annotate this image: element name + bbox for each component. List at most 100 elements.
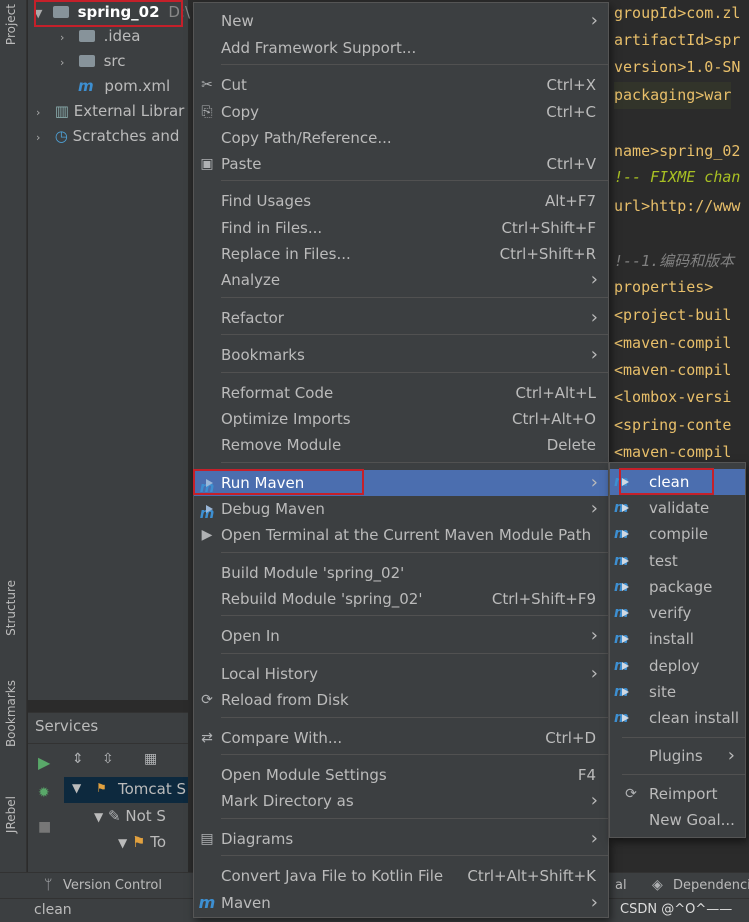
menu-item-convert-java-file-to-kotlin-file[interactable]: Convert Java File to Kotlin File Ctrl+Alt… (194, 863, 608, 889)
menu-item-diagrams[interactable]: ▤ Diagrams › (194, 826, 608, 852)
library-icon: ▥ (54, 102, 74, 120)
chevron-down-icon[interactable]: ▼ (118, 836, 127, 850)
menu-item-shortcut: Ctrl+X (546, 76, 596, 94)
chevron-right-icon[interactable]: › (36, 101, 50, 125)
menu-item-bookmarks[interactable]: Bookmarks › (194, 342, 608, 368)
menu-item-shortcut: Ctrl+Shift+R (499, 245, 596, 263)
maven-goal-site[interactable]: m site (610, 679, 745, 705)
maven-goal-icon: m (614, 579, 629, 595)
group-icon[interactable]: ▦ (144, 751, 157, 767)
tree-item-src[interactable]: › src (60, 49, 125, 73)
maven-goal-package[interactable]: m package (610, 574, 745, 600)
tab-partial[interactable]: al (615, 878, 627, 893)
chevron-down-icon[interactable]: ▼ (72, 781, 81, 795)
menu-item-label: Copy (221, 103, 260, 121)
menu-item-new[interactable]: New › (194, 8, 608, 34)
tab-jrebel[interactable]: JRebel (4, 796, 18, 833)
tree-item-label: src (103, 52, 126, 70)
tab-bookmarks[interactable]: Bookmarks (4, 680, 18, 747)
menu-item-maven[interactable]: m Maven › (194, 890, 608, 916)
service-item-not-started[interactable]: ▼ ✎ Not S (94, 807, 166, 825)
menu-item-label: Debug Maven (221, 500, 325, 518)
service-label: To (150, 833, 167, 851)
menu-item-open-terminal-at-the-current-maven-module-path[interactable]: ▶ Open Terminal at the Current Maven Modu… (194, 522, 608, 548)
menu-item-label: Diagrams (221, 830, 294, 848)
maven-goal-deploy[interactable]: m deploy (610, 653, 745, 679)
tab-structure[interactable]: Structure (4, 580, 18, 636)
menu-item-debug-maven[interactable]: m Debug Maven › (194, 496, 608, 522)
menu-item-refactor[interactable]: Refactor › (194, 305, 608, 331)
menu-item-build-module-spring-02[interactable]: Build Module 'spring_02' (194, 560, 608, 586)
menu-item-remove-module[interactable]: Remove Module Delete (194, 432, 608, 458)
menu-item-compare-with[interactable]: ⇄ Compare With... Ctrl+D (194, 725, 608, 751)
service-item-tomcat-child[interactable]: ▼ ⚑ To (118, 833, 166, 851)
menu-separator (221, 754, 608, 755)
menu-item-shortcut: F4 (577, 766, 596, 784)
tree-item-label: pom.xml (104, 77, 171, 95)
menu-item-open-in[interactable]: Open In › (194, 623, 608, 649)
collapse-all-icon[interactable]: ⇳ (102, 751, 114, 767)
menu-item-shortcut: Ctrl+C (546, 103, 596, 121)
menu-separator (221, 462, 608, 463)
menu-item-copy-path-reference[interactable]: Copy Path/Reference... (194, 125, 608, 151)
menu-item-label: Build Module 'spring_02' (221, 564, 405, 582)
expand-all-icon[interactable]: ⇕ (72, 751, 84, 767)
chevron-right-icon[interactable]: › (60, 51, 74, 75)
maven-plugins-item[interactable]: Plugins › (610, 743, 745, 769)
maven-goal-icon: m (614, 526, 629, 542)
menu-item-copy[interactable]: ⎘ Copy Ctrl+C (194, 99, 608, 125)
tab-dependencies[interactable]: Dependencies (673, 878, 749, 893)
maven-goal-compile[interactable]: m compile (610, 521, 745, 547)
tree-item-scratches[interactable]: › ◷ Scratches and (36, 124, 179, 148)
maven-goal-validate[interactable]: m validate (610, 495, 745, 521)
maven-goal-label: compile (649, 525, 709, 543)
maven-reimport-item[interactable]: ⟳ Reimport (610, 781, 745, 807)
tree-item-pom[interactable]: m pom.xml (78, 74, 170, 98)
chevron-down-icon[interactable]: ▼ (94, 810, 103, 824)
menu-item-mark-directory-as[interactable]: Mark Directory as › (194, 788, 608, 814)
maven-goal-label: site (649, 683, 677, 701)
maven-goal-install[interactable]: m install (610, 626, 745, 652)
menu-item-open-module-settings[interactable]: Open Module Settings F4 (194, 762, 608, 788)
code-line: artifactId>spr (614, 31, 741, 49)
chevron-right-icon: › (590, 663, 598, 684)
maven-submenu: m clean m validate m compile m test m package m ver… (609, 462, 746, 838)
tab-version-control[interactable]: Version Control (63, 878, 162, 893)
menu-item-optimize-imports[interactable]: Optimize Imports Ctrl+Alt+O (194, 406, 608, 432)
menu-item-paste[interactable]: ▣ Paste Ctrl+V (194, 151, 608, 177)
tab-project[interactable]: Project (4, 4, 18, 45)
menu-item-find-usages[interactable]: Find Usages Alt+F7 (194, 188, 608, 214)
menu-item-label: Optimize Imports (221, 410, 351, 428)
left-tool-strip: Project Structure Bookmarks JRebel (0, 0, 27, 922)
stop-icon[interactable]: ■ (38, 819, 51, 835)
copy-icon: ⎘ (201, 104, 213, 120)
tomcat-icon: ⚑ (132, 833, 146, 851)
menu-item-local-history[interactable]: Local History › (194, 661, 608, 687)
tree-item-external-libraries[interactable]: › ▥ External Librar (36, 99, 184, 123)
menu-separator (221, 615, 608, 616)
maven-debug-icon: m (199, 505, 215, 522)
service-label: Tomcat S (118, 780, 187, 798)
menu-item-label: Remove Module (221, 436, 342, 454)
maven-goal-test[interactable]: m test (610, 548, 745, 574)
debug-icon[interactable]: ✹ (38, 785, 50, 801)
menu-item-find-in-files[interactable]: Find in Files... Ctrl+Shift+F (194, 215, 608, 241)
menu-item-cut[interactable]: ✂ Cut Ctrl+X (194, 72, 608, 98)
menu-item-add-framework-support[interactable]: Add Framework Support... (194, 35, 608, 61)
menu-item-analyze[interactable]: Analyze › (194, 267, 608, 293)
service-item-tomcat[interactable]: ▼ ⚑ Tomcat S (64, 777, 188, 803)
run-maven-highlight-box (193, 469, 364, 495)
menu-item-rebuild-module-spring-02[interactable]: Rebuild Module 'spring_02' Ctrl+Shift+F9 (194, 586, 608, 612)
menu-item-label: Reload from Disk (221, 691, 349, 709)
menu-item-reload-from-disk[interactable]: ⟳ Reload from Disk (194, 687, 608, 713)
maven-goal-clean-install[interactable]: m clean install (610, 705, 745, 731)
maven-new-goal-item[interactable]: New Goal... (610, 807, 745, 833)
run-icon[interactable]: ▶ (38, 753, 50, 772)
menu-item-label: Maven (221, 894, 271, 912)
tree-item-idea[interactable]: › .idea (60, 24, 140, 48)
chevron-right-icon[interactable]: › (60, 26, 74, 50)
menu-item-reformat-code[interactable]: Reformat Code Ctrl+Alt+L (194, 380, 608, 406)
menu-item-replace-in-files[interactable]: Replace in Files... Ctrl+Shift+R (194, 241, 608, 267)
maven-goal-verify[interactable]: m verify (610, 600, 745, 626)
chevron-right-icon[interactable]: › (36, 126, 50, 150)
